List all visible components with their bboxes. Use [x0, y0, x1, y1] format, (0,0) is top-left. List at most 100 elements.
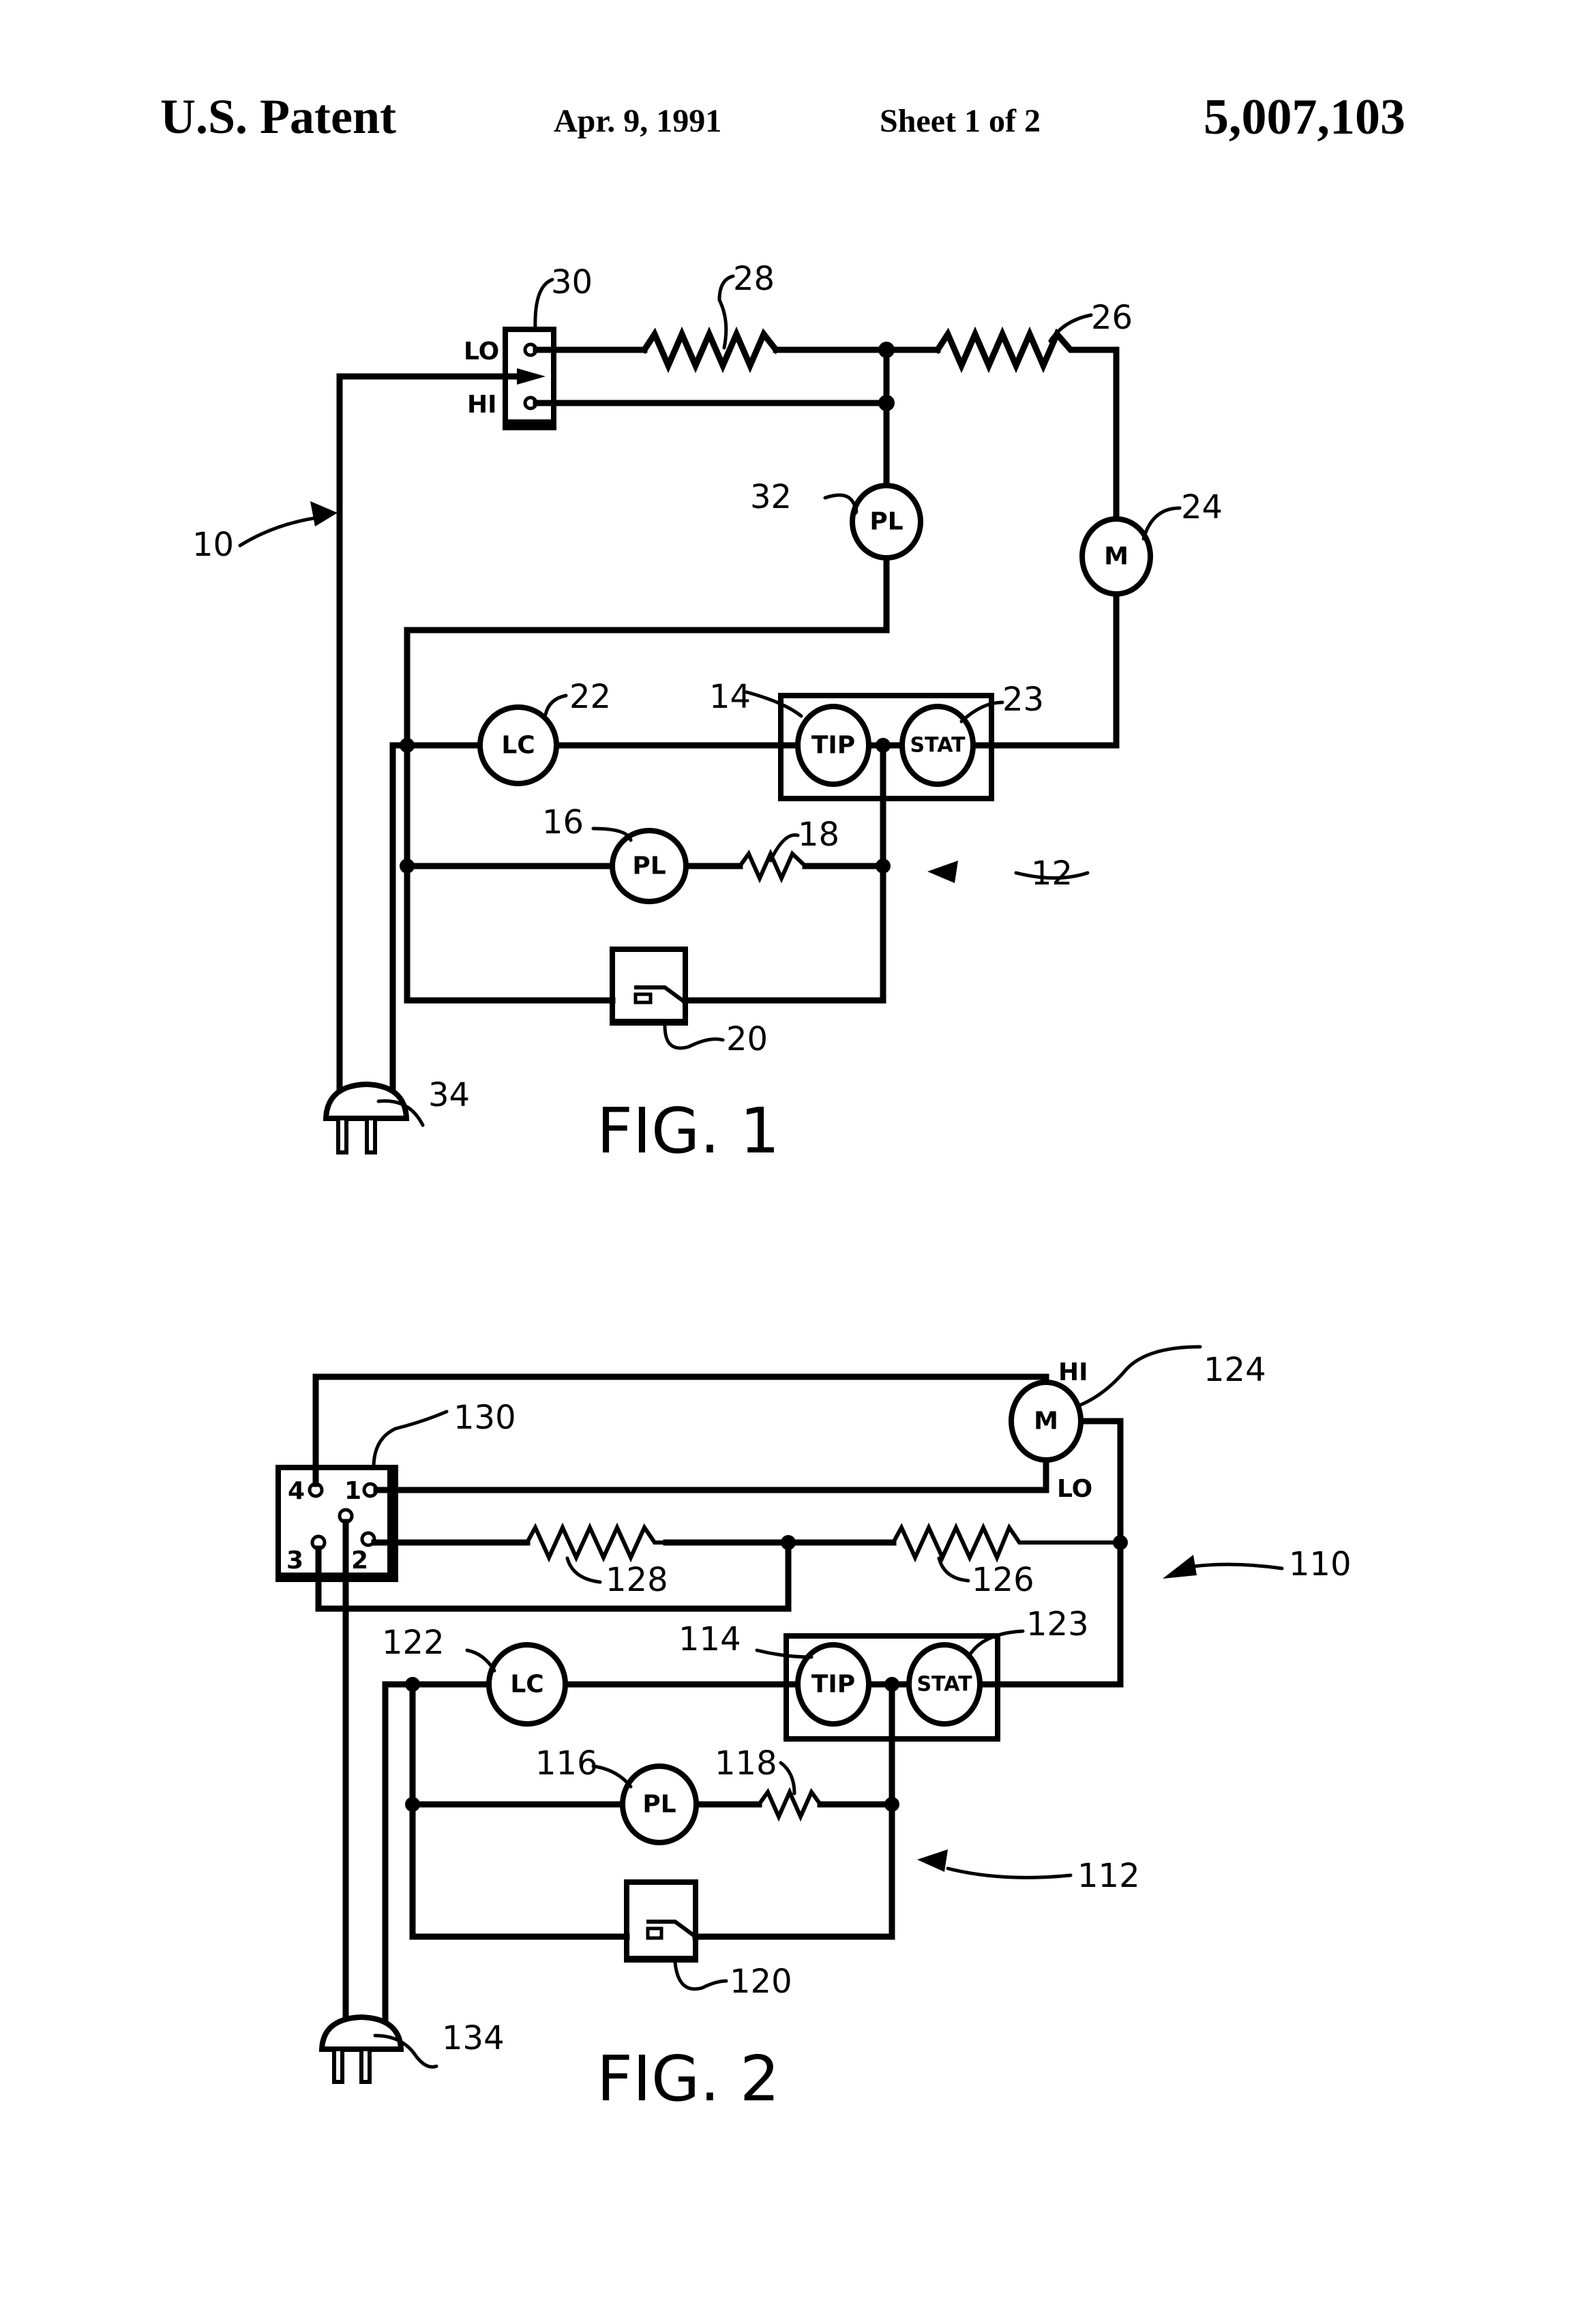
- fig1-resistor-28: [640, 326, 781, 374]
- fig2-selector-switch: 4 1 3 2: [275, 1465, 398, 1582]
- fig2-label-1: 1: [344, 1477, 361, 1505]
- fig2-label-3: 3: [286, 1547, 303, 1575]
- fig1-junction: [876, 738, 891, 753]
- fig2-leader-110: [1191, 1562, 1284, 1570]
- fig2-leader-124: [1079, 1345, 1202, 1407]
- fig2-arrow-112-icon: [917, 1849, 948, 1872]
- fig1-arrow-12-icon: [927, 861, 958, 883]
- fig1-thermal-contact-pad: [633, 992, 653, 1004]
- fig2-label-2: 2: [351, 1547, 368, 1575]
- fig2-resistor-128: [525, 1522, 666, 1563]
- fig1-plug-icon: [323, 1081, 410, 1154]
- fig1-ref-30: 30: [551, 263, 593, 301]
- fig2-leader-116: [591, 1764, 633, 1789]
- fig2-motor-lo-label: LO: [1057, 1475, 1092, 1503]
- fig1-stat-text: STAT: [910, 734, 966, 758]
- fig2-hi-wire: [312, 1373, 1049, 1487]
- fig2-motor-hi-label: HI: [1058, 1358, 1088, 1386]
- fig1-leader-24: [1141, 506, 1182, 541]
- fig2-leader-130: [372, 1410, 449, 1470]
- fig2-ref-112: 112: [1077, 1857, 1140, 1895]
- fig1-leader-28: [717, 274, 735, 350]
- fig1-circuit: LO HI PL M LC TIP STAT PL 30 28 26 24 32…: [192, 260, 1223, 1167]
- fig1-caption: FIG. 1: [597, 1094, 779, 1167]
- fig2-wire: [382, 1681, 492, 2025]
- fig2-lc-text: LC: [510, 1671, 543, 1699]
- fig1-pl16-text: PL: [632, 852, 666, 880]
- fig1-junction: [876, 859, 891, 874]
- fig1-ref-12: 12: [1031, 854, 1073, 893]
- fig2-ref-123: 123: [1026, 1605, 1089, 1643]
- fig1-ref-14: 14: [709, 678, 751, 716]
- fig1-lc-text: LC: [501, 732, 535, 760]
- fig1-leader-23: [959, 700, 1004, 724]
- fig2-leader-118: [779, 1761, 796, 1796]
- fig1-leader-20: [663, 1024, 725, 1050]
- fig1-ref-20: 20: [726, 1020, 768, 1058]
- fig1-switch-arrow-icon: [517, 368, 546, 385]
- fig1-ref-28: 28: [733, 260, 775, 298]
- fig1-motor-text: M: [1104, 543, 1129, 571]
- fig1-resistor-26: [933, 326, 1120, 523]
- fig2-switch-side: [387, 1468, 395, 1579]
- fig1-ref-18: 18: [798, 816, 839, 854]
- fig1-thermal-switch-base: [612, 1019, 685, 1026]
- fig2-ref-130: 130: [453, 1399, 516, 1437]
- fig2-junction: [405, 1797, 420, 1812]
- fig1-ref-32: 32: [750, 478, 792, 516]
- fig1-ref-34: 34: [428, 1076, 470, 1114]
- fig2-motor-text: M: [1034, 1407, 1058, 1435]
- fig1-switch-base: [505, 419, 554, 428]
- fig2-ref-128: 128: [606, 1561, 668, 1599]
- fig2-leader-126: [937, 1556, 970, 1583]
- fig2-junction: [884, 1677, 899, 1692]
- fig2-resistor-126: [891, 1522, 1120, 1563]
- fig1-junction: [400, 859, 415, 874]
- circuit-drawing: LO HI PL M LC TIP STAT PL 30 28 26 24 32…: [192, 260, 1352, 2115]
- fig2-resistor-118: [757, 1787, 822, 1822]
- fig2-junction: [884, 1797, 899, 1812]
- fig2-ref-120: 120: [730, 1963, 792, 2001]
- fig2-label-4: 4: [288, 1477, 305, 1505]
- fig1-leader-30: [533, 278, 554, 331]
- fig2-arrow-110-icon: [1163, 1555, 1197, 1579]
- fig1-ref-26: 26: [1091, 299, 1133, 337]
- fig1-ref-22: 22: [569, 678, 611, 716]
- fig2-ref-110: 110: [1289, 1545, 1352, 1583]
- fig1-lo-label: LO: [464, 338, 499, 366]
- fig1-leader-22: [543, 694, 568, 717]
- fig2-thermal-switch-base: [627, 1956, 696, 1963]
- fig2-ref-124: 124: [1204, 1351, 1266, 1389]
- fig1-ref-16: 16: [542, 803, 584, 841]
- fig1-arrow-10-icon: [310, 501, 338, 526]
- fig2-lo-wire: [373, 1452, 1049, 1493]
- fig2-leader-120: [673, 1961, 728, 1991]
- fig2-thermal-contact-pad: [646, 1926, 663, 1940]
- fig1-hi-label: HI: [467, 391, 497, 419]
- fig1-ref-10: 10: [192, 526, 234, 564]
- fig1-junction: [400, 738, 415, 753]
- fig2-junction: [1113, 1535, 1128, 1550]
- fig1-ref-24: 24: [1181, 488, 1223, 526]
- fig2-stat-text: STAT: [916, 1673, 972, 1697]
- fig2-ref-114: 114: [678, 1620, 741, 1658]
- fig2-ref-134: 134: [442, 2019, 505, 2057]
- fig2-plug-icon: [318, 2014, 404, 2084]
- fig2-wire: [692, 1681, 895, 1940]
- fig1-pl32-text: PL: [869, 508, 903, 536]
- fig1-tip-text: TIP: [811, 732, 855, 760]
- fig2-pl-text: PL: [642, 1791, 676, 1819]
- fig1-junction: [878, 395, 895, 411]
- fig1-junction: [878, 342, 895, 358]
- fig2-ref-122: 122: [382, 1624, 445, 1662]
- fig1-ref-23: 23: [1002, 681, 1044, 719]
- fig2-tip-text: TIP: [811, 1671, 855, 1699]
- fig1-leader-10: [238, 516, 316, 548]
- fig2-circuit: 4 1 3 2 M HI LO LC TIP STAT PL 130 124 1…: [275, 1345, 1352, 2115]
- fig2-ref-116: 116: [535, 1744, 598, 1783]
- fig2-ref-126: 126: [972, 1561, 1034, 1599]
- fig2-leader-112: [946, 1866, 1073, 1879]
- fig2-junction: [781, 1535, 796, 1550]
- fig2-leader-128: [565, 1556, 602, 1584]
- fig2-ref-118: 118: [715, 1744, 777, 1783]
